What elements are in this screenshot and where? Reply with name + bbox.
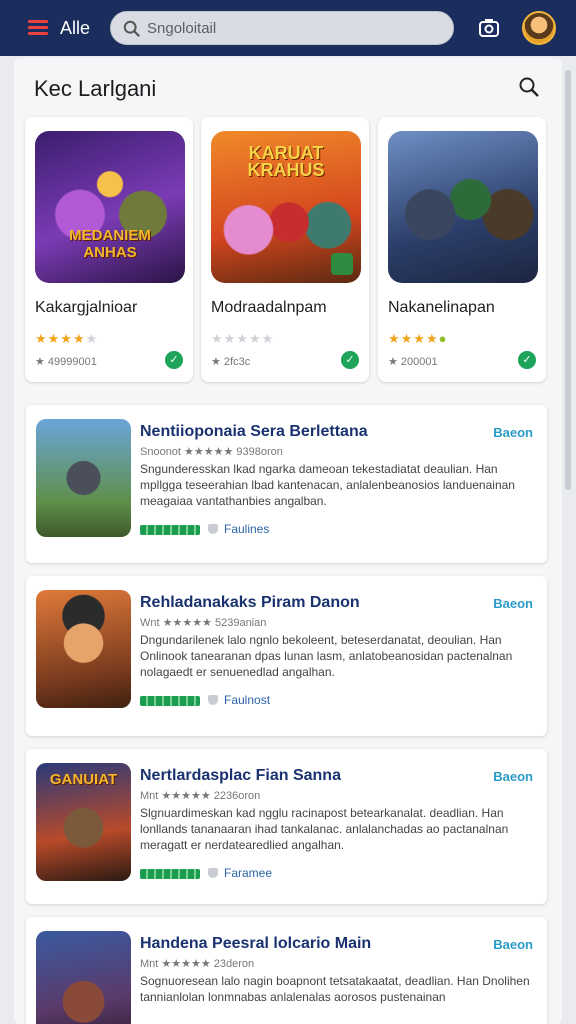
game-description: Sognuoresean lalo nagin boapnont tetsata… [140,974,530,1004]
game-description: Sngunderesskan lkad ngarka dameoan tekes… [140,462,515,508]
camera-icon[interactable] [477,16,501,40]
get-button[interactable]: Baeon [493,937,533,952]
category-tag[interactable]: Faramee [208,866,272,880]
game-title[interactable]: Rehladanakaks Piram Danon [140,594,360,612]
get-button[interactable]: Baeon [493,596,533,611]
avatar[interactable] [522,11,556,45]
rating-stars: ★★★★★ [211,331,275,346]
game-thumbnail [388,131,538,283]
rating-bar [140,696,200,706]
game-name: Nakanelinapan [388,299,495,316]
game-description: Slgnuardimeskan kad ngglu racinapost bet… [140,806,509,852]
game-title[interactable]: Nertlardasplac Fian Sanna [140,767,341,785]
search-icon[interactable] [518,76,540,98]
game-title[interactable]: Nentiioponaia Sera Berlettana [140,423,368,441]
rating-bar [140,525,200,535]
download-count: ★ 2fc3c [211,356,251,368]
rating: Snoonot ★★★★★ 9398oron [140,446,283,458]
featured-card[interactable]: KARUAT KRAHUS Modraadalnpam ★★★★★ ★ 2fc3c… [201,117,369,382]
game-description: Dngundarilenek lalo ngnlo bekoleent, bet… [140,633,513,679]
installed-check-icon: ✓ [518,351,536,369]
rating: Mnt ★★★★★ 23deron [140,958,255,970]
search-icon [123,20,140,37]
list-item[interactable]: GANUIAT Nertlardasplac Fian Sanna Baeon … [26,749,547,904]
game-thumbnail [36,590,131,708]
rating-stars: ★★★★★ [35,331,99,346]
game-thumbnail [36,419,131,537]
list-item[interactable]: Rehladanakaks Piram Danon Baeon Wnt ★★★★… [26,576,547,736]
featured-card[interactable]: MEDANIEM ANHAS Kakargjalnioar ★★★★★ ★ 499… [25,117,193,382]
category-tag[interactable]: Faulnost [208,693,270,707]
rating-bar [140,869,200,879]
game-name: Kakargjalnioar [35,299,138,316]
installed-check-icon: ✓ [341,351,359,369]
game-thumbnail: GANUIAT [36,763,131,881]
scrollbar[interactable] [565,70,571,490]
game-thumbnail [36,931,131,1024]
section-title: Kec Larlgani [34,76,157,101]
download-count: ★ 200001 [388,356,438,368]
game-name: Modraadalnpam [211,299,327,316]
bookmark-icon [208,524,218,534]
game-thumbnail: KARUAT KRAHUS [211,131,361,283]
get-button[interactable]: Baeon [493,425,533,440]
menu-icon[interactable] [28,20,48,36]
app-title: Alle [60,18,91,38]
bookmark-icon [208,695,218,705]
category-tag[interactable]: Faulines [208,522,269,536]
search-bar[interactable] [110,11,454,45]
installed-check-icon: ✓ [165,351,183,369]
top-app-bar: Alle [0,0,576,56]
rating: Mnt ★★★★★ 2236oron [140,790,261,802]
search-input[interactable] [147,12,443,44]
featured-card[interactable]: Nakanelinapan ★★★★● ★ 200001 ✓ [378,117,546,382]
game-thumbnail: MEDANIEM ANHAS [35,131,185,283]
download-count: ★ 49999001 [35,356,97,368]
rating-stars: ★★★★● [388,331,448,346]
bookmark-icon [208,868,218,878]
rating: Wnt ★★★★★ 5239anian [140,617,267,629]
get-button[interactable]: Baeon [493,769,533,784]
list-item[interactable]: Handena Peesral lolcario Main Baeon Mnt … [26,917,547,1024]
game-title[interactable]: Handena Peesral lolcario Main [140,935,371,953]
list-item[interactable]: Nentiioponaia Sera Berlettana Baeon Snoo… [26,405,547,563]
